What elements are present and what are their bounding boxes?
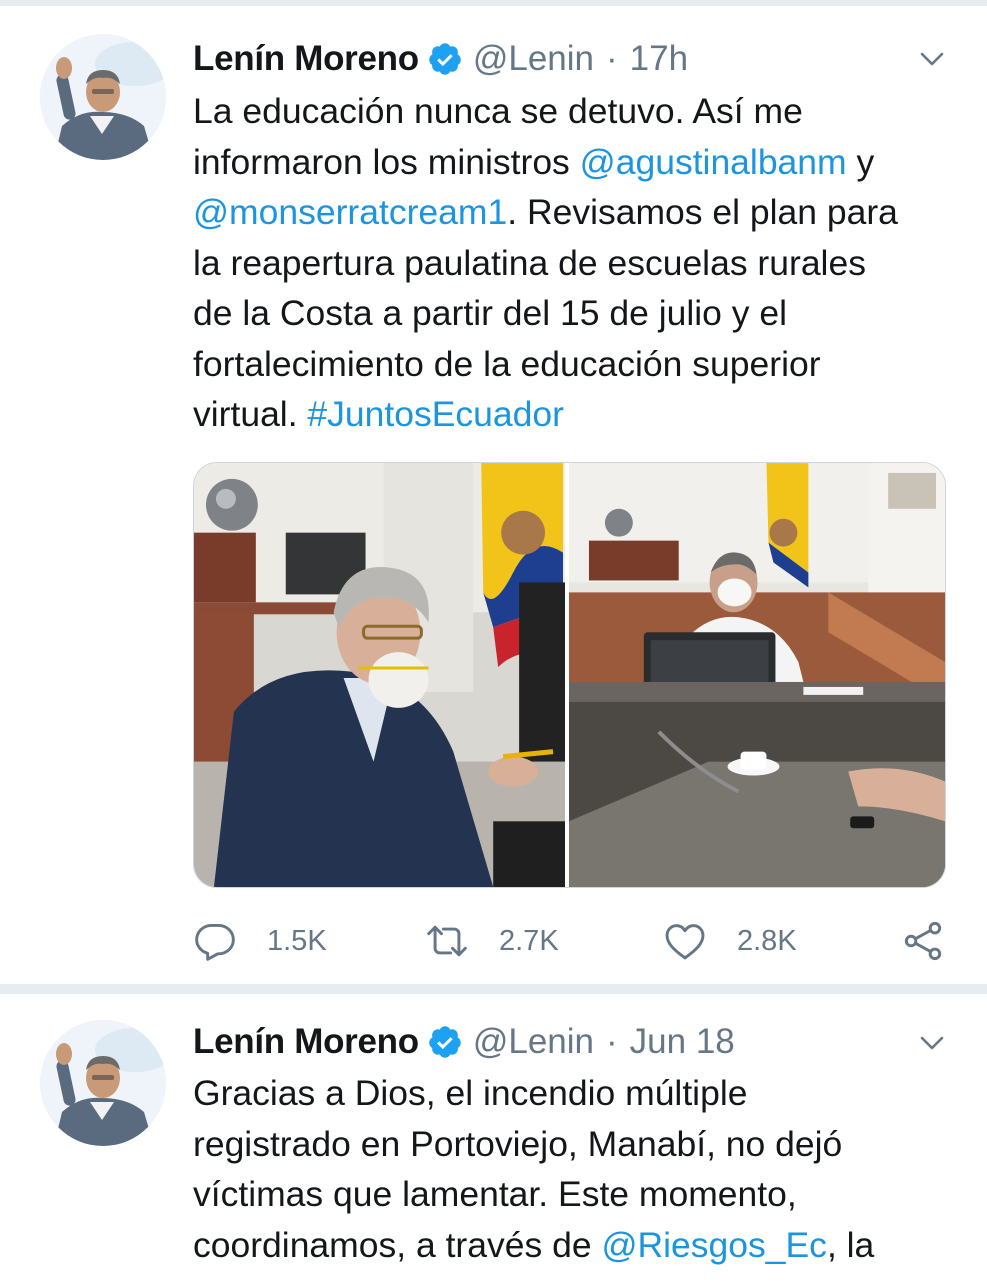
text-segment: la reapertura paulatina de escuelas rura… xyxy=(193,242,866,283)
tweet-text: La educación nunca se detuvo. Así me info… xyxy=(193,86,963,440)
retweet-icon xyxy=(427,925,467,957)
share-icon xyxy=(904,921,942,961)
tweet-header: Lenín Moreno @Lenin · Jun 18 xyxy=(193,1018,953,1066)
avatar[interactable] xyxy=(40,34,166,160)
text-segment: virtual. xyxy=(193,394,308,434)
verified-badge-icon xyxy=(427,41,463,77)
retweet-count: 2.7K xyxy=(499,924,559,957)
separator-dot: · xyxy=(606,39,618,78)
text-segment: víctimas que lamentar. Este momento, xyxy=(193,1174,797,1214)
reply-icon xyxy=(195,923,235,961)
tweet-header: Lenín Moreno @Lenin · 17h xyxy=(193,35,953,83)
author-handle[interactable]: @Lenin xyxy=(473,39,594,79)
timeline-feed: Lenín Moreno @Lenin · 17h La educación n… xyxy=(0,0,987,1284)
like-count: 2.8K xyxy=(737,924,797,957)
tweet-text-line: Gracias a Dios, el incendio múltiple xyxy=(193,1068,963,1119)
tweet-card[interactable]: Lenín Moreno @Lenin · Jun 18 Gracias a D… xyxy=(0,994,987,1284)
heart-icon xyxy=(665,924,705,960)
text-segment: fortalecimiento de la educación superior xyxy=(193,343,821,384)
tweet-media[interactable] xyxy=(193,462,946,888)
tweet-text-line: la reapertura paulatina de escuelas rura… xyxy=(193,238,963,289)
hashtag-link[interactable]: #JuntosEcuador xyxy=(307,394,564,434)
tweet-card[interactable]: Lenín Moreno @Lenin · 17h La educación n… xyxy=(0,6,987,984)
share-button[interactable] xyxy=(901,916,945,966)
chevron-down-icon[interactable] xyxy=(915,1026,949,1060)
tweet-text-line: de la Costa a partir del 15 de julio y e… xyxy=(193,288,963,339)
avatar[interactable] xyxy=(40,1020,166,1146)
tweet-photo[interactable] xyxy=(194,463,565,887)
text-segment: coordinamos, a través de xyxy=(193,1224,602,1265)
tweet-text-line: víctimas que lamentar. Este momento, xyxy=(193,1169,963,1220)
mention-link[interactable]: @agustinalbanm xyxy=(580,142,847,182)
mention-link[interactable]: @monserratcream1 xyxy=(193,192,507,232)
mention-link[interactable]: @Riesgos_Ec xyxy=(601,1225,826,1265)
verified-badge-icon xyxy=(427,1024,463,1060)
tweet-text-line: @monserratcream1. Revisamos el plan para xyxy=(193,187,963,238)
chevron-down-icon[interactable] xyxy=(915,42,949,76)
text-segment: , la xyxy=(826,1224,875,1265)
text-segment: registrado en Portoviejo, Manabí, no dej… xyxy=(193,1123,843,1164)
text-segment: La educación nunca se detuvo. Así me xyxy=(193,91,803,131)
text-segment: informaron los ministros xyxy=(193,141,580,182)
reply-count: 1.5K xyxy=(267,924,327,957)
text-segment: Gracias a Dios, el incendio múltiple xyxy=(193,1073,748,1113)
like-button[interactable]: 2.8K xyxy=(663,916,797,966)
tweet-text-line: La educación nunca se detuvo. Así me xyxy=(193,86,963,137)
author-handle[interactable]: @Lenin xyxy=(473,1022,594,1062)
tweet-text-line: registrado en Portoviejo, Manabí, no dej… xyxy=(193,1119,963,1170)
tweet-actions: 1.5K 2.7K 2.8K xyxy=(193,916,953,966)
text-segment: de la Costa a partir del 15 de julio y e… xyxy=(193,293,787,333)
separator-dot: · xyxy=(606,1022,618,1061)
tweet-text: Gracias a Dios, el incendio múltiple regi… xyxy=(193,1068,963,1270)
timestamp[interactable]: Jun 18 xyxy=(630,1022,735,1062)
text-segment: . Revisamos el plan para xyxy=(507,192,898,232)
tweet-text-line: virtual. #JuntosEcuador xyxy=(193,389,963,440)
retweet-button[interactable]: 2.7K xyxy=(425,916,559,966)
tweet-text-line: informaron los ministros @agustinalbanm … xyxy=(193,137,963,188)
author-name[interactable]: Lenín Moreno xyxy=(193,39,419,79)
author-name[interactable]: Lenín Moreno xyxy=(193,1022,419,1062)
timestamp[interactable]: 17h xyxy=(630,39,688,79)
text-segment: y xyxy=(846,141,875,182)
tweet-text-line: fortalecimiento de la educación superior xyxy=(193,339,963,390)
tweet-photo[interactable] xyxy=(569,463,945,887)
tweet-text-line: coordinamos, a través de @Riesgos_Ec, la xyxy=(193,1220,963,1271)
reply-button[interactable]: 1.5K xyxy=(193,916,327,966)
